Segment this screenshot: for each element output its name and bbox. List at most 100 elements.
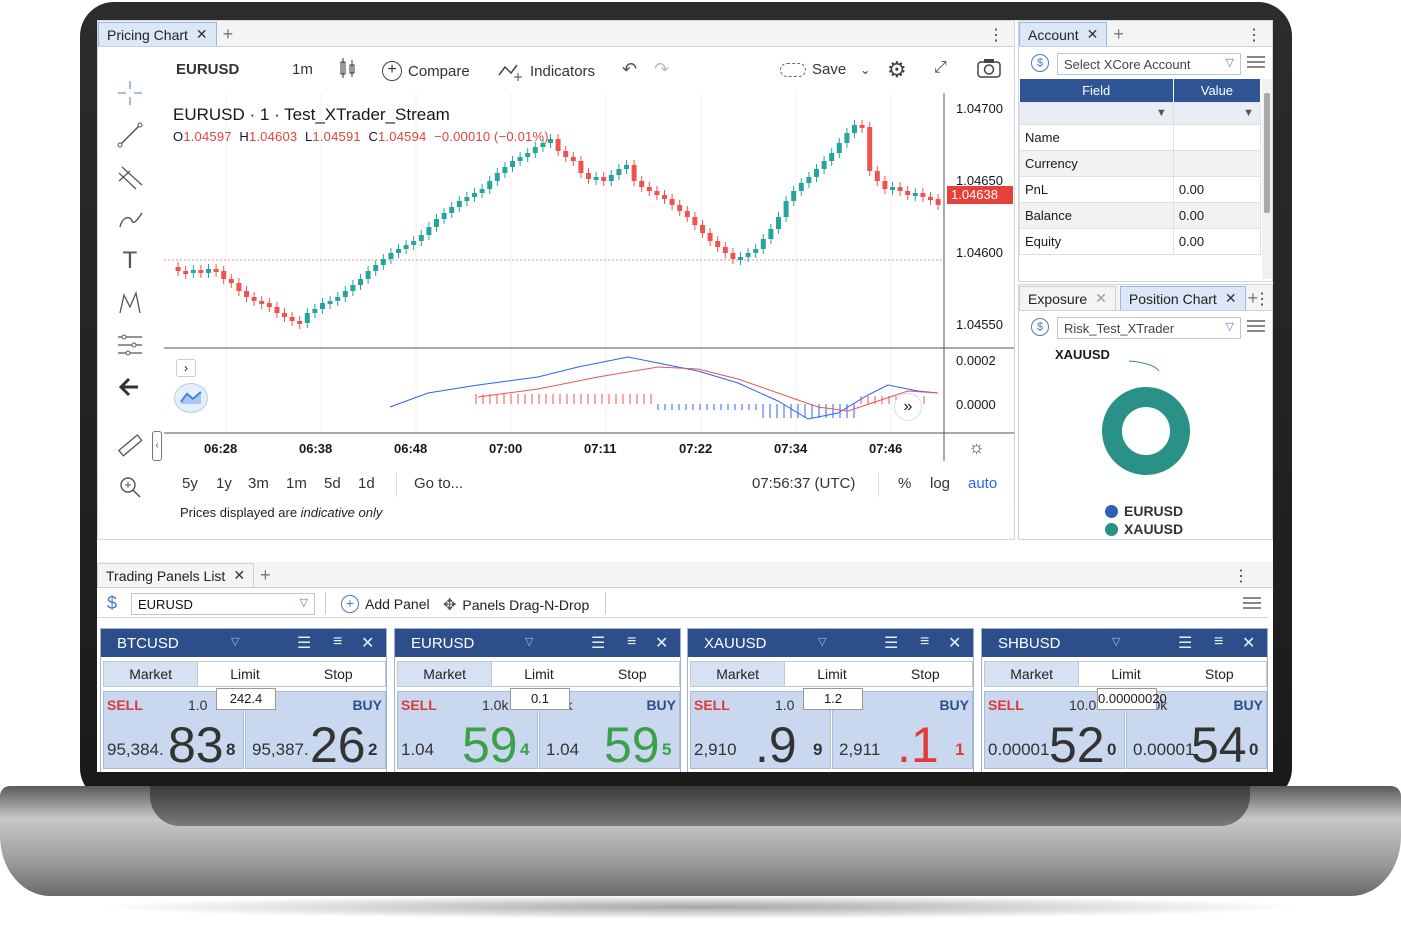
- amount-input[interactable]: 0.1: [510, 688, 570, 710]
- panel-symbol-select[interactable]: EURUSD ▽: [131, 593, 315, 615]
- range-1m-button[interactable]: 1m: [286, 475, 307, 492]
- range-5y-button[interactable]: 5y: [182, 475, 198, 492]
- tab-stop[interactable]: Stop: [292, 662, 385, 686]
- close-icon[interactable]: ✕: [1242, 633, 1255, 653]
- close-icon[interactable]: ✕: [948, 633, 961, 653]
- zoom-in-icon[interactable]: [112, 471, 148, 503]
- account-scrollbar[interactable]: [1262, 79, 1272, 279]
- chevron-down-icon[interactable]: ▽: [231, 635, 239, 648]
- candle-body: [601, 177, 607, 181]
- chevron-down-icon[interactable]: ▽: [525, 635, 533, 648]
- candle-body: [745, 253, 751, 257]
- account-tabbar: Account ✕ + ⋮: [1019, 21, 1272, 47]
- tab-account[interactable]: Account ✕: [1019, 22, 1108, 46]
- menu-icon[interactable]: ≡: [333, 633, 342, 651]
- tab-limit[interactable]: Limit: [1079, 662, 1172, 686]
- menu-icon[interactable]: ≡: [627, 633, 636, 651]
- candle-body: [912, 193, 918, 196]
- add-panel-button[interactable]: + Add Panel: [341, 595, 430, 613]
- ticket-header[interactable]: BTCUSD ▽ ☰ ≡ ✕: [101, 629, 386, 657]
- menu-icon[interactable]: [1247, 317, 1265, 335]
- order-book-icon[interactable]: ☰: [884, 633, 898, 653]
- menu-icon[interactable]: [1243, 594, 1261, 612]
- filter-icon[interactable]: ▼: [1172, 101, 1262, 125]
- add-tab-icon[interactable]: +: [1113, 22, 1124, 46]
- filter-icon[interactable]: ▼: [1019, 101, 1174, 125]
- column-header-value[interactable]: Value: [1173, 79, 1262, 102]
- expand-indicators-icon[interactable]: ›: [176, 359, 196, 377]
- legend-item-eurusd[interactable]: EURUSD: [1105, 503, 1183, 519]
- close-icon[interactable]: ✕: [655, 633, 668, 653]
- range-3m-button[interactable]: 3m: [248, 475, 269, 492]
- ticket-header[interactable]: EURUSD ▽ ☰ ≡ ✕: [395, 629, 680, 657]
- tab-limit[interactable]: Limit: [785, 662, 878, 686]
- close-icon[interactable]: ✕: [361, 633, 374, 653]
- menu-icon[interactable]: ≡: [920, 633, 929, 651]
- scroll-to-realtime-icon[interactable]: »: [894, 393, 922, 421]
- range-1y-button[interactable]: 1y: [216, 475, 232, 492]
- order-book-icon[interactable]: ☰: [297, 633, 311, 653]
- tab-market[interactable]: Market: [691, 662, 786, 686]
- donut-slice-xauusd[interactable]: [1102, 387, 1190, 475]
- value-name: [1172, 123, 1262, 151]
- axis-settings-icon[interactable]: ☼: [968, 437, 985, 458]
- order-book-icon[interactable]: ☰: [1178, 633, 1192, 653]
- xcore-account-select[interactable]: Select XCore Account ▽: [1057, 53, 1241, 75]
- column-header-field[interactable]: Field: [1019, 79, 1174, 102]
- more-icon[interactable]: ⋮: [1233, 566, 1249, 586]
- sell-label: SELL: [107, 697, 143, 713]
- close-icon[interactable]: ✕: [1095, 290, 1107, 307]
- candle-body: [198, 270, 204, 273]
- log-scale-button[interactable]: log: [930, 475, 950, 492]
- tab-limit[interactable]: Limit: [198, 662, 291, 686]
- add-tab-icon[interactable]: +: [260, 563, 271, 587]
- tab-market[interactable]: Market: [985, 662, 1080, 686]
- account-table: Field Value ▼ ▼ Name Currency PnL 0.00 Bala…: [1019, 79, 1262, 255]
- candle-body: [624, 165, 629, 169]
- amount-input[interactable]: 1.2: [803, 688, 863, 710]
- order-type-tabs: Market Limit Stop: [984, 661, 1267, 687]
- candle-body: [502, 167, 508, 173]
- tab-position-chart[interactable]: Position Chart ✕: [1119, 286, 1246, 310]
- menu-icon[interactable]: [1247, 53, 1265, 71]
- tab-exposure[interactable]: Exposure ✕: [1019, 286, 1116, 310]
- range-5d-button[interactable]: 5d: [324, 475, 341, 492]
- close-icon[interactable]: ✕: [1225, 290, 1237, 307]
- price-chart-canvas[interactable]: [98, 21, 1014, 461]
- tab-market[interactable]: Market: [104, 662, 199, 686]
- time-tick: 06:28: [204, 441, 238, 456]
- amount-input[interactable]: 0.00000020: [1097, 688, 1167, 710]
- drag-drop-button[interactable]: ✥ Panels Drag-N-Drop: [443, 595, 589, 615]
- tab-stop[interactable]: Stop: [1173, 662, 1266, 686]
- ticket-header[interactable]: SHBUSD ▽ ☰ ≡ ✕: [982, 629, 1267, 657]
- study-visibility-icon[interactable]: [174, 383, 208, 413]
- candle-body: [510, 161, 515, 167]
- order-book-icon[interactable]: ☰: [591, 633, 605, 653]
- more-icon[interactable]: ⋮: [1254, 289, 1270, 309]
- chevron-down-icon[interactable]: ▽: [818, 635, 826, 648]
- goto-button[interactable]: Go to...: [414, 475, 463, 492]
- candle-body: [753, 249, 759, 253]
- tab-market[interactable]: Market: [398, 662, 493, 686]
- tab-trading-panels-list[interactable]: Trading Panels List ✕: [97, 563, 255, 587]
- position-donut-chart[interactable]: [1019, 341, 1273, 491]
- amount-input[interactable]: 242.4: [216, 688, 276, 710]
- tab-limit[interactable]: Limit: [492, 662, 585, 686]
- candle-body: [760, 239, 766, 249]
- tab-stop[interactable]: Stop: [586, 662, 679, 686]
- menu-icon[interactable]: ≡: [1214, 633, 1223, 651]
- chevron-down-icon[interactable]: ▽: [1112, 635, 1120, 648]
- risk-account-select[interactable]: Risk_Test_XTrader ▽: [1057, 317, 1241, 339]
- range-1d-button[interactable]: 1d: [358, 475, 375, 492]
- sell-price-pip: 0: [1107, 740, 1117, 759]
- percent-scale-button[interactable]: %: [898, 475, 911, 492]
- close-icon[interactable]: ✕: [233, 567, 245, 584]
- tab-stop[interactable]: Stop: [879, 662, 972, 686]
- close-icon[interactable]: ✕: [1087, 26, 1099, 43]
- ticket-header[interactable]: XAUUSD ▽ ☰ ≡ ✕: [688, 629, 973, 657]
- trading-panels-area: Trading Panels List ✕ + ⋮ $ EURUSD ▽ + Add …: [97, 562, 1273, 772]
- utc-clock[interactable]: 07:56:37 (UTC): [752, 475, 855, 492]
- legend-item-xauusd[interactable]: XAUUSD: [1105, 521, 1183, 537]
- more-icon[interactable]: ⋮: [1246, 25, 1262, 45]
- auto-scale-button[interactable]: auto: [968, 475, 997, 492]
